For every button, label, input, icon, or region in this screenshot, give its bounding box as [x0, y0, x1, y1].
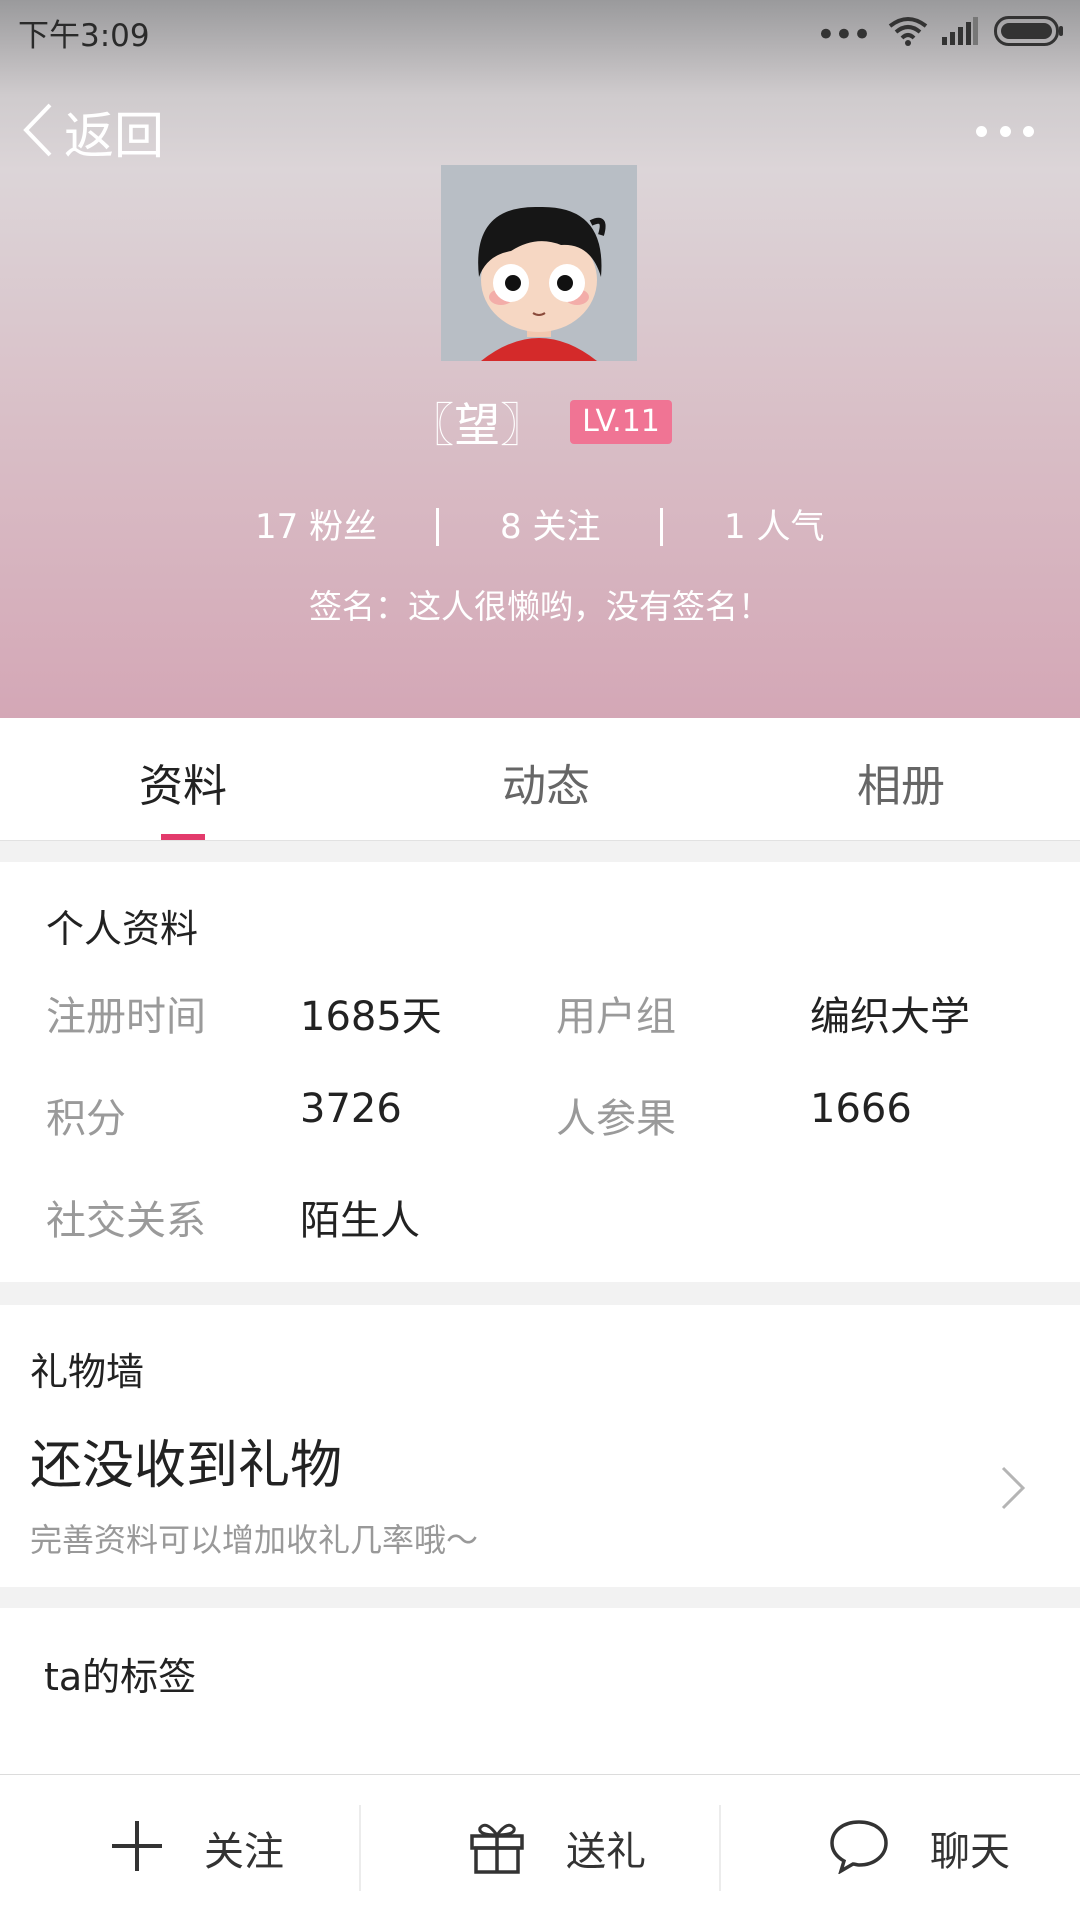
back-label: 返回: [64, 107, 164, 165]
wifi-icon: [888, 16, 928, 46]
avatar[interactable]: [441, 165, 637, 361]
field-value: 编织大学: [810, 994, 970, 1040]
signal-icon: [942, 17, 978, 45]
status-bar: 下午3:09 •••: [0, 0, 1080, 62]
follow-label: 关注: [204, 1829, 284, 1875]
tab-profile[interactable]: 资料: [83, 750, 283, 814]
chevron-right-icon: [1000, 1465, 1026, 1515]
chat-bubble-icon: [828, 1818, 890, 1878]
tab-activity[interactable]: 动态: [446, 750, 646, 814]
battery-icon: [994, 16, 1064, 46]
gift-empty-text: 还没收到礼物: [30, 1436, 343, 1496]
user-name: 〖望〗: [408, 398, 547, 452]
follow-button[interactable]: 关注: [110, 1775, 284, 1921]
tab-album[interactable]: 相册: [801, 750, 1001, 814]
level-badge: LV.11: [570, 400, 672, 444]
back-button[interactable]: 返回: [22, 100, 164, 165]
stats-row: 17 粉丝 8 关注 1 人气: [0, 500, 1080, 554]
plus-icon: [110, 1819, 164, 1877]
field-value: 3726: [300, 1086, 402, 1132]
signature: 签名：这人很懒哟，没有签名！: [309, 587, 771, 626]
field-label: 积分: [46, 1096, 126, 1142]
field-value: 1685天: [300, 994, 442, 1040]
profile-header: 下午3:09 ••• 返回 〖望〗 LV.11 17 粉丝 8 关注 1 人气 …: [0, 0, 1080, 718]
chat-button[interactable]: 聊天: [828, 1775, 1010, 1921]
bar-divider: [719, 1805, 721, 1891]
personal-info-card: 个人资料 注册时间 1685天 用户组 编织大学 积分 3726 人参果 166…: [0, 862, 1080, 1282]
chat-label: 聊天: [930, 1829, 1010, 1875]
bar-divider: [359, 1805, 361, 1891]
stat-divider: [436, 508, 439, 546]
status-icons: •••: [815, 14, 1064, 55]
field-label: 社交关系: [46, 1198, 206, 1244]
gift-label: 送礼: [566, 1829, 646, 1875]
field-label: 人参果: [556, 1096, 676, 1142]
stat-divider: [660, 508, 663, 546]
chevron-left-icon: [22, 102, 54, 162]
gift-icon: [468, 1818, 526, 1878]
field-value: 陌生人: [300, 1198, 420, 1244]
tab-bar: 资料 动态 相册: [0, 718, 1080, 841]
section-title: 礼物墙: [30, 1350, 145, 1394]
section-title: 个人资料: [46, 907, 199, 951]
field-label: 注册时间: [46, 994, 206, 1040]
send-gift-button[interactable]: 送礼: [468, 1775, 646, 1921]
field-label: 用户组: [556, 994, 676, 1040]
status-time: 下午3:09: [18, 18, 150, 54]
active-tab-indicator: [161, 834, 205, 840]
gift-wall-card[interactable]: 礼物墙 还没收到礼物 完善资料可以增加收礼几率哦～: [0, 1305, 1080, 1587]
tags-card: ta的标签: [0, 1608, 1080, 1774]
more-horizontal-icon[interactable]: [976, 118, 1034, 144]
following-count[interactable]: 8 关注: [500, 500, 600, 554]
popularity-count: 1 人气: [724, 507, 825, 547]
field-value: 1666: [810, 1086, 912, 1132]
more-dots-icon: •••: [815, 15, 872, 55]
section-title: ta的标签: [44, 1655, 197, 1699]
fans-count[interactable]: 17 粉丝: [255, 500, 377, 554]
name-row: 〖望〗 LV.11: [0, 392, 1080, 452]
gift-hint: 完善资料可以增加收礼几率哦～: [30, 1521, 479, 1559]
bottom-action-bar: 关注 送礼 聊天: [0, 1774, 1080, 1921]
